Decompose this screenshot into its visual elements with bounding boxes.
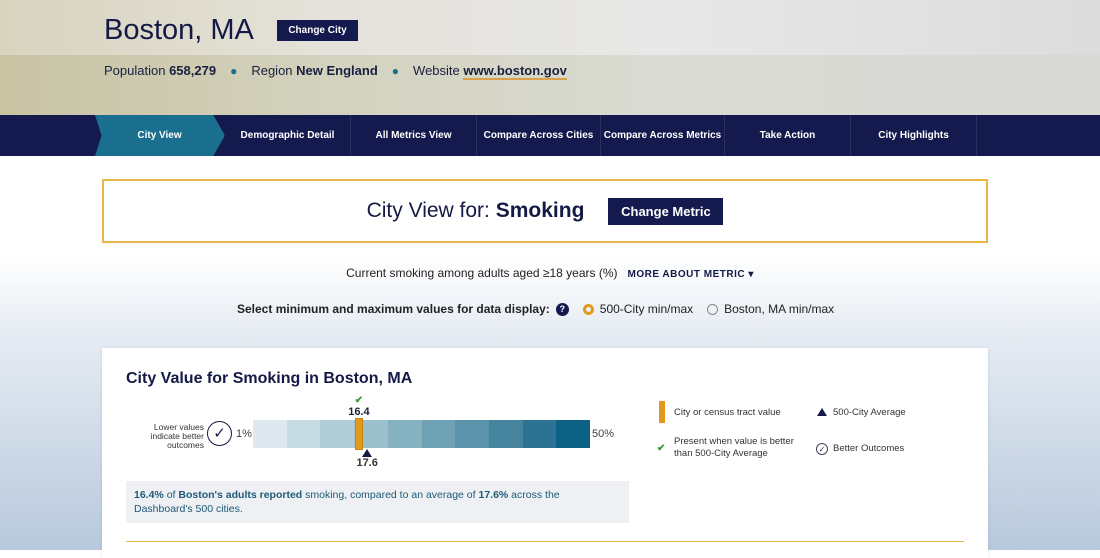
better-outcome-check-icon: ✓ bbox=[207, 421, 232, 446]
tab-take-action[interactable]: Take Action bbox=[725, 115, 851, 156]
city-meta: Population 658,279 ● Region New England … bbox=[104, 63, 567, 80]
tab-city-view[interactable]: City View bbox=[95, 115, 225, 156]
city-title: Boston, MA bbox=[104, 14, 254, 46]
scale-min-label: 1% bbox=[236, 428, 252, 440]
legend-better-line1: Present when value is better bbox=[674, 436, 794, 447]
city-value-marker bbox=[354, 418, 363, 450]
summary-value: 16.4% bbox=[134, 489, 164, 501]
summary-of: of bbox=[163, 489, 179, 501]
tab-demographic-detail[interactable]: Demographic Detail bbox=[225, 115, 351, 156]
scale-segment bbox=[421, 420, 456, 448]
legend-check-icon: ✔ bbox=[657, 443, 666, 454]
legend-outcomes-label: Better Outcomes bbox=[833, 443, 905, 454]
scale-max-label: 50% bbox=[592, 428, 615, 440]
legend-value-swatch bbox=[659, 401, 665, 423]
bullet-icon: ● bbox=[391, 63, 400, 78]
average-triangle-icon bbox=[362, 449, 373, 457]
tab-all-metrics-view[interactable]: All Metrics View bbox=[351, 115, 477, 156]
radio-500-city[interactable] bbox=[582, 303, 594, 315]
legend-better-line2: than 500-City Average bbox=[674, 448, 768, 459]
lower-better-note: Lower values indicate better outcomes bbox=[150, 422, 204, 450]
metric-prefix: City View for: bbox=[366, 199, 490, 222]
legend-better-outcomes-icon: ✓ bbox=[816, 443, 828, 455]
summary-mid: smoking, compared to an average of bbox=[302, 489, 479, 501]
metric-description-text: Current smoking among adults aged ≥18 ye… bbox=[346, 266, 618, 280]
better-than-average-check-icon: ✔ bbox=[354, 395, 364, 406]
option-500-city-label[interactable]: 500-City min/max bbox=[600, 302, 693, 316]
minmax-selector: Select minimum and maximum values for da… bbox=[237, 302, 834, 316]
summary-subject: Boston's adults reported bbox=[178, 489, 303, 501]
tab-city-highlights[interactable]: City Highlights bbox=[851, 115, 977, 156]
tab-compare-across-cities[interactable]: Compare Across Cities bbox=[477, 115, 601, 156]
radio-boston[interactable] bbox=[707, 303, 719, 315]
minmax-label: Select minimum and maximum values for da… bbox=[237, 302, 550, 316]
scale-segment bbox=[387, 420, 422, 448]
scale-segment bbox=[455, 420, 489, 448]
population-label: Population bbox=[104, 63, 166, 78]
legend-value-label: City or census tract value bbox=[674, 407, 781, 418]
region-value: New England bbox=[296, 63, 378, 78]
more-about-metric-toggle[interactable]: MORE ABOUT METRIC ▾ bbox=[628, 269, 754, 280]
scale-segment bbox=[522, 420, 557, 448]
scale-segment bbox=[556, 420, 591, 448]
metric-header: City View for: Smoking Change Metric bbox=[102, 179, 988, 243]
website-label: Website bbox=[413, 63, 460, 78]
website-link[interactable]: www.boston.gov bbox=[463, 63, 567, 80]
region-label: Region bbox=[251, 63, 293, 78]
summary-average: 17.6% bbox=[478, 489, 509, 501]
bullet-icon: ● bbox=[230, 63, 238, 78]
value-scale-bar bbox=[253, 420, 591, 448]
scale-segment bbox=[488, 420, 523, 448]
metric-name: Smoking bbox=[495, 199, 585, 222]
average-value-label: 17.6 bbox=[356, 457, 378, 469]
change-metric-button[interactable]: Change Metric bbox=[608, 197, 724, 225]
metric-description: Current smoking among adults aged ≥18 ye… bbox=[0, 266, 1100, 280]
divider bbox=[126, 541, 964, 542]
scale-segment bbox=[320, 420, 355, 448]
option-boston-label[interactable]: Boston, MA min/max bbox=[724, 302, 834, 316]
legend-better-label: Present when value is better than 500-Cit… bbox=[674, 436, 794, 460]
city-value-label: 16.4 bbox=[348, 406, 370, 418]
population-value: 658,279 bbox=[169, 63, 217, 78]
main-nav: City View Demographic Detail All Metrics… bbox=[0, 115, 1100, 156]
tab-compare-across-metrics[interactable]: Compare Across Metrics bbox=[601, 115, 725, 156]
city-value-card: City Value for Smoking in Boston, MA Low… bbox=[102, 348, 988, 558]
scale-segment bbox=[253, 420, 287, 448]
change-city-button[interactable]: Change City bbox=[277, 20, 358, 41]
scale-segment bbox=[286, 420, 321, 448]
legend-average-label: 500-City Average bbox=[833, 407, 906, 418]
help-icon[interactable]: ? bbox=[555, 302, 569, 316]
card-title: City Value for Smoking in Boston, MA bbox=[126, 370, 413, 387]
summary-text: 16.4% of Boston's adults reported smokin… bbox=[126, 481, 629, 523]
legend-average-triangle-icon bbox=[817, 408, 827, 416]
